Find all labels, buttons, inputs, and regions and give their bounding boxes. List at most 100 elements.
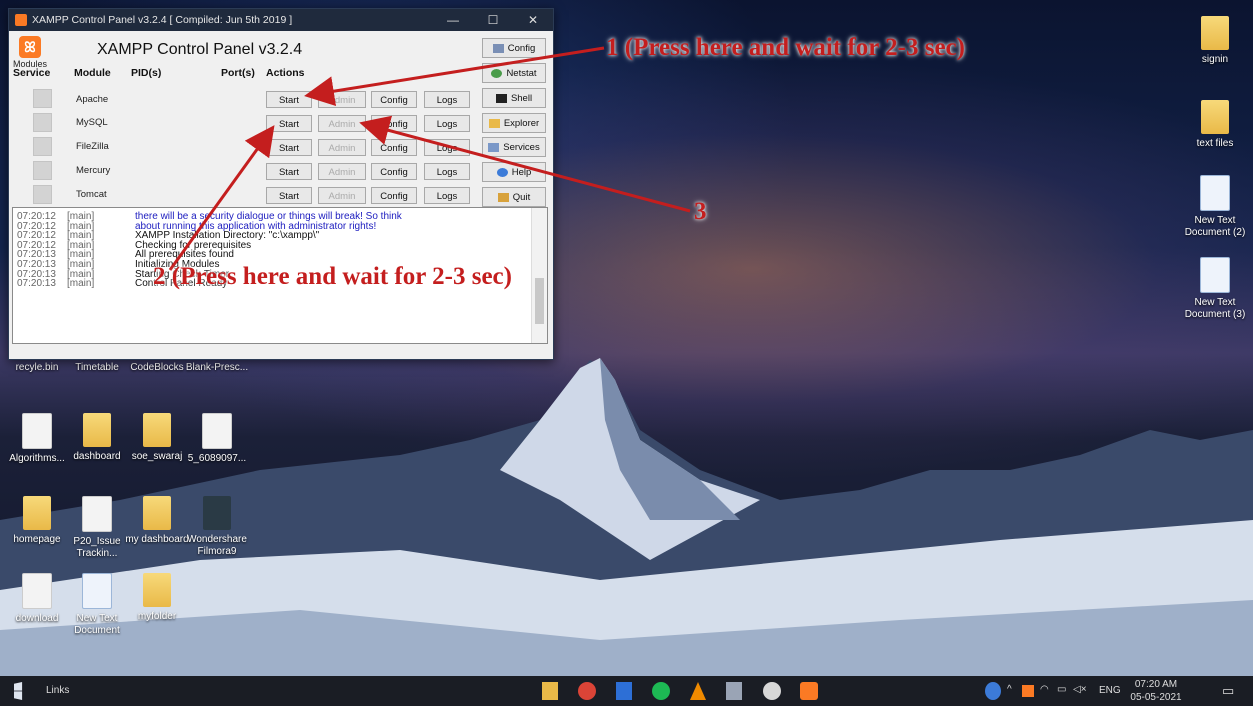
wifi-icon[interactable]: ◠ <box>1040 684 1049 695</box>
folder-icon <box>143 573 171 607</box>
services-button[interactable]: Services <box>482 137 546 157</box>
clock-time[interactable]: 07:20 AM <box>1130 679 1182 690</box>
battery-icon[interactable]: ▭ <box>1057 684 1066 695</box>
module-name: Apache <box>76 94 109 105</box>
desktop-icon-new-text-doc-3[interactable]: New Text Document (3) <box>1180 257 1250 321</box>
desktop-icon-pdf-file[interactable]: 5_6089097... <box>182 413 252 465</box>
notification-icon[interactable]: ▭ <box>1222 683 1234 699</box>
start-button-tomcat[interactable]: Start <box>266 187 312 204</box>
logs-button-filezilla[interactable]: Logs <box>424 139 470 156</box>
admin-button-mercury[interactable]: Admin <box>318 163 366 180</box>
help-icon <box>496 167 508 177</box>
admin-button-apache[interactable]: Admin <box>318 91 366 108</box>
col-ports: Port(s) <box>221 67 255 79</box>
config-button-filezilla[interactable]: Config <box>371 139 417 156</box>
volume-icon[interactable]: ◁× <box>1073 684 1087 695</box>
vlc-icon[interactable] <box>690 682 706 700</box>
wrench-icon <box>492 43 504 53</box>
pdf-icon <box>82 496 112 532</box>
module-name: MySQL <box>76 117 108 128</box>
folder-icon <box>1201 16 1229 50</box>
text-document-icon <box>1200 175 1230 211</box>
terminal-icon <box>495 93 507 103</box>
shell-button[interactable]: Shell <box>482 88 546 108</box>
title-bar: XAMPP Control Panel v3.2.4 [ Compiled: J… <box>9 9 553 31</box>
folder-icon <box>23 496 51 530</box>
file-explorer-icon[interactable] <box>542 682 558 700</box>
desktop-icon-blank-presc[interactable]: Blank-Presc... <box>182 362 252 374</box>
xampp-taskbar-icon[interactable] <box>800 682 818 700</box>
start-button-mysql[interactable]: Start <box>266 115 312 132</box>
service-checkbox[interactable] <box>33 89 52 108</box>
log-scrollbar[interactable] <box>531 208 547 343</box>
admin-button-mysql[interactable]: Admin <box>318 115 366 132</box>
admin-button-tomcat[interactable]: Admin <box>318 187 366 204</box>
clock-date[interactable]: 05-05-2021 <box>1128 692 1184 703</box>
desktop-icon-new-text-doc-2[interactable]: New Text Document (2) <box>1180 175 1250 239</box>
folder-icon <box>83 413 111 447</box>
minimize-button[interactable]: — <box>433 13 473 27</box>
service-checkbox[interactable] <box>33 161 52 180</box>
module-name: FileZilla <box>76 141 109 152</box>
document-icon <box>22 413 52 449</box>
service-checkbox[interactable] <box>33 185 52 204</box>
maximize-button[interactable]: ☐ <box>473 13 513 27</box>
config-side-button[interactable]: Config <box>482 38 546 58</box>
windows-start-icon[interactable] <box>14 682 23 700</box>
store-icon[interactable] <box>616 682 632 700</box>
config-button-mercury[interactable]: Config <box>371 163 417 180</box>
config-button-tomcat[interactable]: Config <box>371 187 417 204</box>
text-document-icon <box>82 573 112 609</box>
desktop-icon-signin[interactable]: signin <box>1180 16 1250 66</box>
notepad-icon[interactable] <box>726 682 742 700</box>
module-name: Tomcat <box>76 189 107 200</box>
pdf-icon <box>202 413 232 449</box>
close-button[interactable]: ✕ <box>513 13 553 27</box>
taskbar: Links ^ ◠ ▭ ◁× ENG 07:20 AM 05-05-2021 ▭ <box>0 676 1253 706</box>
folder-icon <box>488 118 500 128</box>
config-button-mysql[interactable]: Config <box>371 115 417 132</box>
logs-button-tomcat[interactable]: Logs <box>424 187 470 204</box>
start-button-mercury[interactable]: Start <box>266 163 312 180</box>
obs-icon[interactable] <box>763 682 781 700</box>
module-name: Mercury <box>76 165 111 176</box>
col-service: Service <box>13 67 51 79</box>
scrollbar-thumb[interactable] <box>535 278 544 324</box>
desktop-icon-myfolder[interactable]: myfolder <box>122 573 192 623</box>
folder-icon <box>143 413 171 447</box>
col-module: Module <box>74 67 111 79</box>
chrome-icon[interactable] <box>578 682 596 700</box>
start-button-apache[interactable]: Start <box>266 91 312 108</box>
exit-door-icon <box>497 192 509 202</box>
spotify-icon[interactable] <box>652 682 670 700</box>
help-tray-icon[interactable] <box>985 682 1001 700</box>
desktop-icon-filmora[interactable]: Wondershare Filmora9 <box>182 496 252 558</box>
globe-icon <box>491 68 503 78</box>
service-checkbox[interactable] <box>33 113 52 132</box>
image-icon <box>22 573 52 609</box>
explorer-button[interactable]: Explorer <box>482 113 546 133</box>
desktop-icon-text-files[interactable]: text files <box>1180 100 1250 150</box>
annotation-2: 2 (Press here and wait for 2-3 sec) <box>153 263 512 290</box>
xampp-logo-icon: ꕤ <box>19 36 41 58</box>
logs-button-mysql[interactable]: Logs <box>424 115 470 132</box>
language-indicator[interactable]: ENG <box>1099 685 1121 696</box>
folder-icon <box>143 496 171 530</box>
filmora-icon <box>203 496 231 530</box>
annotation-1: 1 (Press here and wait for 2-3 sec) <box>606 34 965 61</box>
logs-button-mercury[interactable]: Logs <box>424 163 470 180</box>
logs-button-apache[interactable]: Logs <box>424 91 470 108</box>
config-button-apache[interactable]: Config <box>371 91 417 108</box>
col-pids: PID(s) <box>131 67 162 79</box>
quit-button[interactable]: Quit <box>482 187 546 207</box>
chevron-up-icon[interactable]: ^ <box>1007 684 1012 695</box>
services-icon <box>488 142 500 152</box>
xampp-tray-icon[interactable] <box>1022 685 1034 697</box>
xampp-window: XAMPP Control Panel v3.2.4 [ Compiled: J… <box>8 8 554 360</box>
service-checkbox[interactable] <box>33 137 52 156</box>
admin-button-filezilla[interactable]: Admin <box>318 139 366 156</box>
links-toolbar[interactable]: Links <box>46 685 69 696</box>
help-button[interactable]: Help <box>482 162 546 182</box>
netstat-button[interactable]: Netstat <box>482 63 546 83</box>
start-button-filezilla[interactable]: Start <box>266 139 312 156</box>
